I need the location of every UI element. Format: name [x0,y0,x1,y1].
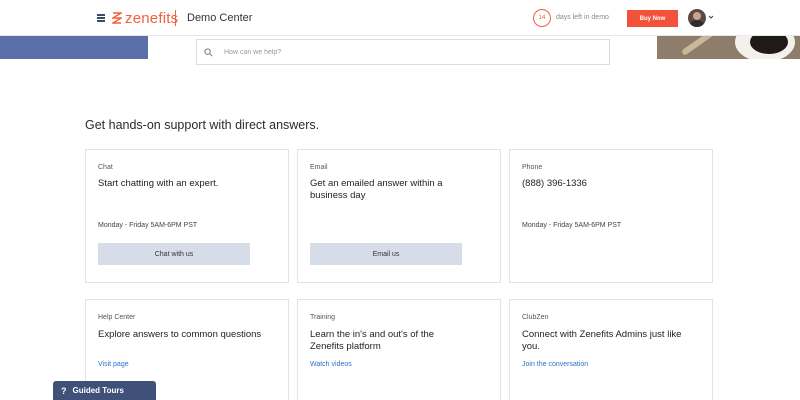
page-heading: Get hands-on support with direct answers… [85,118,320,132]
card-title: Learn the in's and out's of the Zenefits… [310,329,435,352]
card-label: ClubZen [522,314,549,321]
buy-now-button[interactable]: Buy Now [627,10,678,27]
question-icon: ? [61,385,67,396]
search-bar[interactable] [196,39,610,65]
phone-number[interactable]: (888) 396-1336 [522,178,702,190]
days-left-text: days left in demo [556,14,609,21]
visit-page-link[interactable]: Visit page [98,361,129,368]
logo-text: zenefits [125,9,179,27]
card-label: Training [310,314,336,321]
search-input[interactable] [224,48,604,56]
card-chat: Chat Start chatting with an expert. Mond… [85,149,289,283]
search-icon [204,47,213,56]
menu-icon[interactable] [97,14,105,22]
banner-image-right [657,36,800,59]
section-title: Demo Center [187,12,253,24]
join-conversation-link[interactable]: Join the conversation [522,361,588,368]
card-title: Start chatting with an expert. [98,178,219,189]
header-divider [175,10,176,26]
card-label: Help Center [98,314,136,321]
zenefits-logo[interactable]: zenefits [112,9,178,27]
chat-with-us-button[interactable]: Chat with us [98,243,250,265]
card-label: Email [310,164,328,171]
top-bar: zenefits Demo Center 14 days left in dem… [0,0,800,36]
email-us-button[interactable]: Email us [310,243,462,265]
card-title: Get an emailed answer within a business … [310,178,443,201]
zenefits-logo-icon [112,12,122,24]
guided-tours-label: Guided Tours [72,386,124,395]
card-title: Explore answers to common questions [98,329,262,340]
card-hours: Monday - Friday 5AM-6PM PST [98,222,198,229]
card-clubzen: ClubZen Connect with Zenefits Admins jus… [509,299,713,400]
card-label: Chat [98,164,113,171]
guided-tours-button[interactable]: ? Guided Tours [53,381,156,400]
card-training: Training Learn the in's and out's of the… [297,299,501,400]
card-hours: Monday - Friday 5AM-6PM PST [522,222,622,229]
banner-image-left [0,36,148,59]
watch-videos-link[interactable]: Watch videos [310,361,352,368]
card-phone: Phone (888) 396-1336 Monday - Friday 5AM… [509,149,713,283]
chevron-down-icon[interactable] [708,14,714,20]
avatar[interactable] [688,9,706,27]
card-title: Connect with Zenefits Admins just like y… [522,329,682,352]
card-label: Phone [522,164,543,171]
card-email: Email Get an emailed answer within a bus… [297,149,501,283]
days-left-ring: 14 [533,9,551,27]
